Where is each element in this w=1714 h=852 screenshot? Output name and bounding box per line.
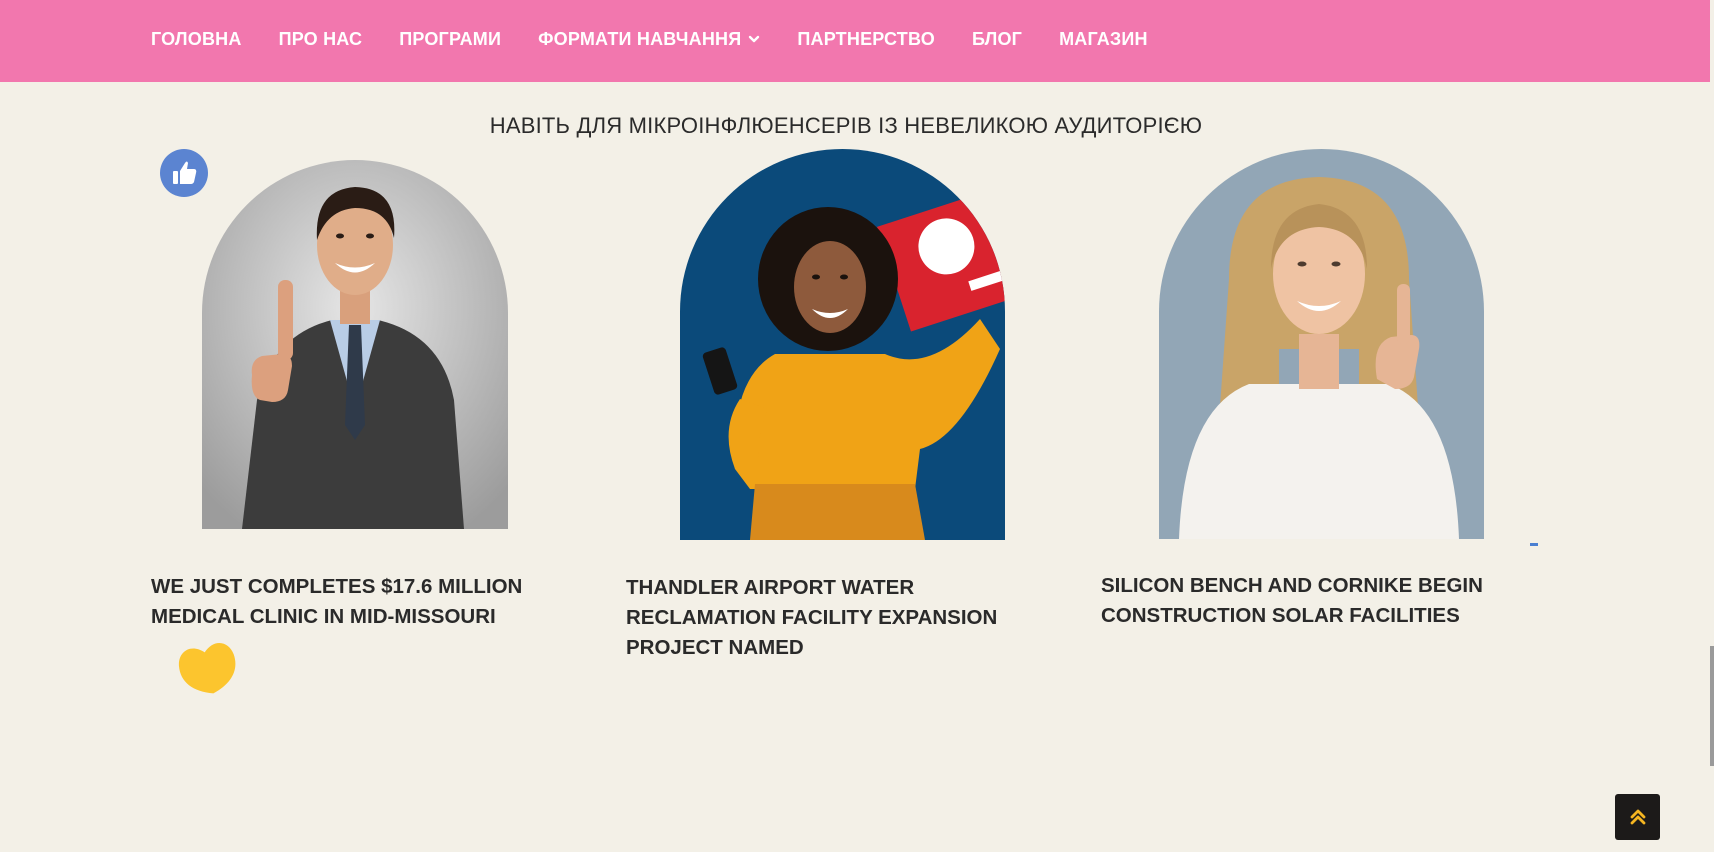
- nav-item-blog[interactable]: БЛОГ: [972, 29, 1022, 50]
- nav-item-shop[interactable]: МАГАЗИН: [1059, 29, 1148, 50]
- woman-white-shirt-photo: [1159, 149, 1484, 539]
- nav-item-label: БЛОГ: [971, 28, 1023, 49]
- card-photo-2[interactable]: [680, 149, 1005, 540]
- card-title-1[interactable]: WE JUST COMPLETES $17.6 MILLION MEDICAL …: [151, 572, 571, 632]
- nav-item-partnership[interactable]: ПАРТНЕРСТВО: [797, 29, 935, 50]
- card-photo-1[interactable]: [202, 160, 508, 529]
- top-navbar: ГОЛОВНА ПРО НАС ПРОГРАМИ ФОРМАТИ НАВЧАНН…: [0, 0, 1710, 82]
- nav-item-label: ПАРТНЕРСТВО: [797, 28, 935, 49]
- woman-yellow-sweater-photo: [680, 149, 1005, 540]
- main-nav: ГОЛОВНА ПРО НАС ПРОГРАМИ ФОРМАТИ НАВЧАНН…: [151, 0, 1185, 78]
- card-title-3[interactable]: SILICON BENCH AND CORNIKE BEGIN CONSTRUC…: [1101, 571, 1521, 631]
- card-photo-3[interactable]: [1159, 149, 1484, 539]
- section-subtitle: НАВІТЬ ДЛЯ МІКРОІНФЛЮЕНСЕРІВ ІЗ НЕВЕЛИКО…: [489, 113, 1203, 138]
- heart-icon: [178, 643, 236, 694]
- card-title-2[interactable]: THANDLER AIRPORT WATER RECLAMATION FACIL…: [626, 573, 1026, 663]
- like-badge: [160, 149, 208, 197]
- nav-item-label: ПРО НАС: [278, 28, 363, 49]
- nav-item-label: ФОРМАТИ НАВЧАННЯ: [538, 28, 742, 49]
- nav-item-label: ПРОГРАМИ: [399, 28, 502, 49]
- nav-item-label: МАГАЗИН: [1059, 28, 1148, 49]
- double-chevron-up-icon: [1630, 809, 1645, 825]
- page-scrollbar-thumb[interactable]: [1710, 646, 1714, 766]
- decorative-tick: [1530, 543, 1538, 546]
- nav-item-learning-formats[interactable]: ФОРМАТИ НАВЧАННЯ: [538, 29, 760, 50]
- nav-item-home[interactable]: ГОЛОВНА: [151, 29, 242, 50]
- nav-item-programs[interactable]: ПРОГРАМИ: [399, 29, 501, 50]
- chevron-down-icon: [749, 35, 760, 43]
- nav-item-label: ГОЛОВНА: [151, 28, 242, 49]
- scroll-to-top-button[interactable]: [1615, 794, 1660, 840]
- man-in-suit-photo: [202, 160, 508, 529]
- thumbs-up-icon: [173, 161, 197, 184]
- nav-item-about[interactable]: ПРО НАС: [279, 29, 363, 50]
